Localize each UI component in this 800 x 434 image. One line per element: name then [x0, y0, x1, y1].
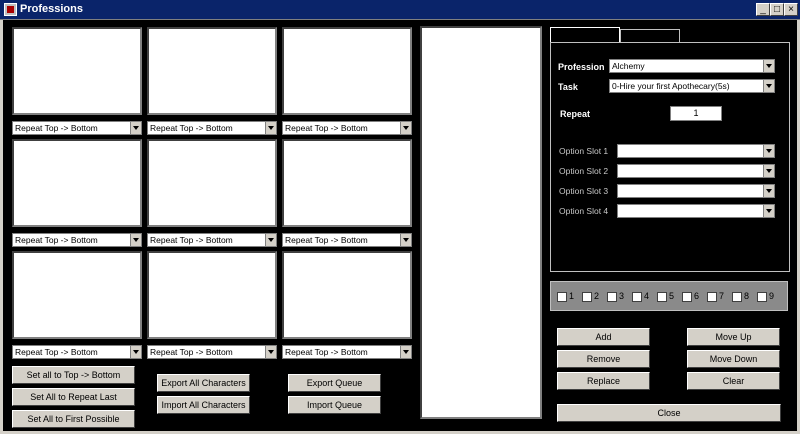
- chevron-down-icon: [763, 205, 774, 217]
- slot-mode-value: Repeat Top -> Bottom: [285, 235, 368, 245]
- tab-2[interactable]: [620, 29, 680, 42]
- export-queue-button[interactable]: Export Queue: [288, 374, 381, 392]
- task-value: 0-Hire your first Apothecary(5s): [612, 81, 730, 91]
- app-icon: [4, 3, 17, 16]
- slot-mode-value: Repeat Top -> Bottom: [15, 123, 98, 133]
- tab-1[interactable]: [550, 27, 620, 42]
- option-slot-dropdown-1[interactable]: [617, 144, 775, 158]
- slot-mode-dropdown-7[interactable]: Repeat Top -> Bottom: [12, 345, 142, 359]
- export-all-characters-button[interactable]: Export All Characters: [157, 374, 250, 392]
- slot-mode-value: Repeat Top -> Bottom: [285, 347, 368, 357]
- option-slot-dropdown-3[interactable]: [617, 184, 775, 198]
- character-slot-2[interactable]: [147, 27, 277, 115]
- set-all-first-possible-button[interactable]: Set All to First Possible: [12, 410, 135, 428]
- maximize-button[interactable]: □: [770, 3, 784, 16]
- slot-mode-value: Repeat Top -> Bottom: [15, 235, 98, 245]
- character-slot-6[interactable]: [282, 139, 412, 227]
- replace-button[interactable]: Replace: [557, 372, 650, 390]
- slot-mode-dropdown-9[interactable]: Repeat Top -> Bottom: [282, 345, 412, 359]
- checkbox-4[interactable]: [632, 292, 642, 302]
- task-label: Task: [558, 82, 578, 92]
- slot-mode-value: Repeat Top -> Bottom: [150, 123, 233, 133]
- checkbox-label-4: 4: [644, 291, 650, 301]
- option-slot-label-2: Option Slot 2: [559, 166, 609, 176]
- checkbox-label-1: 1: [569, 291, 575, 301]
- remove-button[interactable]: Remove: [557, 350, 650, 368]
- import-all-characters-button[interactable]: Import All Characters: [157, 396, 250, 414]
- move-down-button[interactable]: Move Down: [687, 350, 780, 368]
- slot-mode-value: Repeat Top -> Bottom: [150, 235, 233, 245]
- title-bar: Professions _ □ ×: [0, 0, 800, 20]
- slot-mode-value: Repeat Top -> Bottom: [150, 347, 233, 357]
- option-slot-dropdown-4[interactable]: [617, 204, 775, 218]
- checkbox-label-8: 8: [744, 291, 750, 301]
- slot-mode-dropdown-4[interactable]: Repeat Top -> Bottom: [12, 233, 142, 247]
- checkbox-label-9: 9: [769, 291, 775, 301]
- checkbox-label-3: 3: [619, 291, 625, 301]
- checkbox-5[interactable]: [657, 292, 667, 302]
- chevron-down-icon: [400, 346, 411, 358]
- checkbox-2[interactable]: [582, 292, 592, 302]
- close-window-button[interactable]: ×: [784, 3, 798, 16]
- move-up-button[interactable]: Move Up: [687, 328, 780, 346]
- task-dropdown[interactable]: 0-Hire your first Apothecary(5s): [609, 79, 775, 93]
- option-slot-label-3: Option Slot 3: [559, 186, 609, 196]
- checkbox-3[interactable]: [607, 292, 617, 302]
- slot-mode-value: Repeat Top -> Bottom: [15, 347, 98, 357]
- profession-dropdown[interactable]: Alchemy: [609, 59, 775, 73]
- task-queue-list[interactable]: [420, 26, 542, 419]
- chevron-down-icon: [265, 346, 276, 358]
- checkbox-label-2: 2: [594, 291, 600, 301]
- character-slot-7[interactable]: [12, 251, 142, 339]
- option-slot-dropdown-2[interactable]: [617, 164, 775, 178]
- option-slot-label-4: Option Slot 4: [559, 206, 609, 216]
- chevron-down-icon: [130, 234, 141, 246]
- character-slot-3[interactable]: [282, 27, 412, 115]
- character-slot-9[interactable]: [282, 251, 412, 339]
- option-slot-label-1: Option Slot 1: [559, 146, 609, 156]
- minimize-button[interactable]: _: [756, 3, 770, 16]
- chevron-down-icon: [763, 60, 774, 72]
- clear-button[interactable]: Clear: [687, 372, 780, 390]
- profession-value: Alchemy: [612, 61, 645, 71]
- chevron-down-icon: [130, 122, 141, 134]
- chevron-down-icon: [400, 122, 411, 134]
- slot-mode-dropdown-3[interactable]: Repeat Top -> Bottom: [282, 121, 412, 135]
- set-all-top-bottom-button[interactable]: Set all to Top -> Bottom: [12, 366, 135, 384]
- set-all-repeat-last-button[interactable]: Set All to Repeat Last: [12, 388, 135, 406]
- slot-mode-dropdown-6[interactable]: Repeat Top -> Bottom: [282, 233, 412, 247]
- chevron-down-icon: [763, 185, 774, 197]
- repeat-count-input[interactable]: 1: [670, 106, 722, 121]
- slot-mode-value: Repeat Top -> Bottom: [285, 123, 368, 133]
- add-button[interactable]: Add: [557, 328, 650, 346]
- character-slot-8[interactable]: [147, 251, 277, 339]
- slot-mode-dropdown-8[interactable]: Repeat Top -> Bottom: [147, 345, 277, 359]
- chevron-down-icon: [130, 346, 141, 358]
- slot-mode-dropdown-1[interactable]: Repeat Top -> Bottom: [12, 121, 142, 135]
- character-slot-4[interactable]: [12, 139, 142, 227]
- slot-mode-dropdown-2[interactable]: Repeat Top -> Bottom: [147, 121, 277, 135]
- checkbox-label-6: 6: [694, 291, 700, 301]
- chevron-down-icon: [763, 145, 774, 157]
- checkbox-1[interactable]: [557, 292, 567, 302]
- close-button[interactable]: Close: [557, 404, 781, 422]
- chevron-down-icon: [265, 234, 276, 246]
- chevron-down-icon: [763, 80, 774, 92]
- slot-mode-dropdown-5[interactable]: Repeat Top -> Bottom: [147, 233, 277, 247]
- character-slot-1[interactable]: [12, 27, 142, 115]
- checkbox-label-5: 5: [669, 291, 675, 301]
- checkbox-9[interactable]: [757, 292, 767, 302]
- chevron-down-icon: [400, 234, 411, 246]
- profession-label: Profession: [558, 62, 605, 72]
- checkbox-label-7: 7: [719, 291, 725, 301]
- checkbox-6[interactable]: [682, 292, 692, 302]
- import-queue-button[interactable]: Import Queue: [288, 396, 381, 414]
- checkbox-8[interactable]: [732, 292, 742, 302]
- window-title: Professions: [20, 3, 83, 15]
- character-slot-5[interactable]: [147, 139, 277, 227]
- repeat-label: Repeat: [560, 109, 591, 119]
- chevron-down-icon: [763, 165, 774, 177]
- chevron-down-icon: [265, 122, 276, 134]
- checkbox-7[interactable]: [707, 292, 717, 302]
